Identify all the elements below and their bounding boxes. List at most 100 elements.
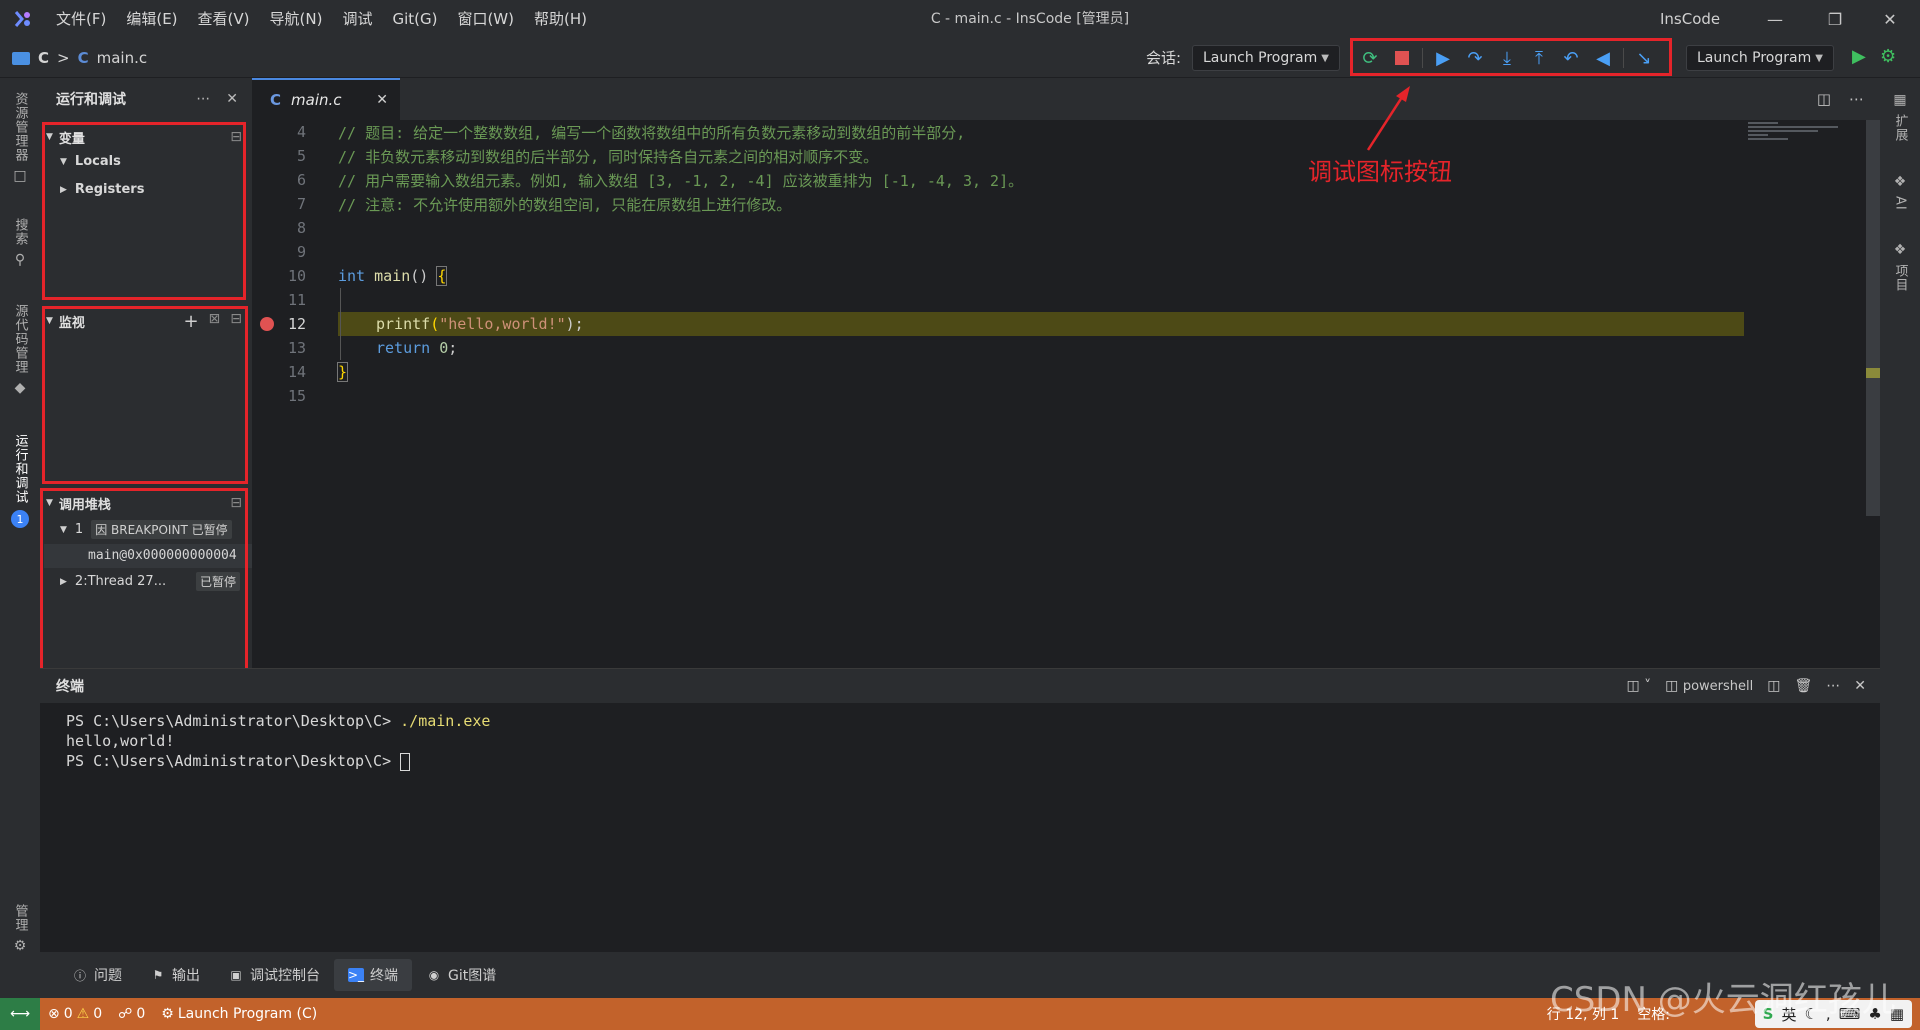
minimize-button[interactable]: —	[1750, 0, 1800, 38]
debug-sidebar-header: 运行和调试 ⋯ ✕	[40, 78, 252, 120]
step-back-button[interactable]: ↶	[1555, 42, 1587, 74]
remove-all-icon[interactable]: ⊠	[209, 311, 221, 332]
debug-gear-button[interactable]: ⚙	[1880, 46, 1896, 67]
step-out-icon: ⤒	[1535, 47, 1543, 69]
minimap[interactable]	[1748, 120, 1868, 180]
run-button[interactable]: ▶	[1852, 46, 1866, 67]
window-title: C - main.c - InsCode [管理员]	[930, 11, 1130, 27]
terminal-output[interactable]: PS C:\Users\Administrator\Desktop\C> ./m…	[66, 711, 490, 771]
code-line: 11	[252, 288, 1742, 312]
activity-project[interactable]: ❖ 项目	[1880, 242, 1920, 292]
tab-debug-console[interactable]: ▣ 调试控制台	[214, 959, 334, 991]
keyword-int: int	[338, 267, 366, 285]
status-problems[interactable]: ⊗ 0 ⚠ 0	[40, 1006, 110, 1022]
run-debug-badge-icon: 1	[11, 510, 29, 528]
activity-project-label: 项目	[1892, 264, 1908, 292]
search-icon: ⚲	[14, 252, 26, 268]
variables-locals[interactable]: ▼ Locals	[60, 154, 121, 169]
stop-debug-button[interactable]	[1386, 42, 1418, 74]
collapse-all-icon[interactable]: ⊟	[230, 495, 242, 511]
activity-run-debug[interactable]: 运行和调试 1	[0, 434, 40, 528]
reverse-continue-button[interactable]: ◀	[1587, 42, 1619, 74]
breadcrumb-file[interactable]: main.c	[97, 49, 148, 67]
activity-manage[interactable]: 管理 ⚙	[0, 904, 40, 954]
step-over-icon: ↷	[1467, 47, 1483, 69]
split-icon[interactable]: ◫	[1767, 678, 1780, 694]
launch-config-select[interactable]: Launch Program ▼	[1686, 45, 1834, 71]
tab-problems[interactable]: ⓘ 问题	[58, 959, 136, 991]
tab-main-c[interactable]: C main.c ✕	[252, 78, 400, 120]
warning-count: 0	[93, 1006, 103, 1022]
remote-indicator[interactable]: ⟷	[0, 998, 40, 1030]
disconnect-icon: ↘	[1636, 47, 1652, 69]
restart-debug-button[interactable]: ⟳	[1354, 42, 1386, 74]
close-icon[interactable]: ✕	[1854, 678, 1866, 694]
status-ports[interactable]: ☍ 0	[110, 1006, 153, 1022]
tab-label: main.c	[291, 91, 342, 109]
activity-search[interactable]: 搜索 ⚲	[0, 218, 40, 268]
tab-terminal[interactable]: >_ 终端	[334, 959, 412, 991]
more-actions-icon[interactable]: ⋯	[1849, 90, 1864, 108]
activity-ai[interactable]: ❖ AI	[1880, 174, 1920, 211]
step-out-button[interactable]: ⤒	[1523, 42, 1555, 74]
thread-1[interactable]: ▼ 1 因 BREAKPOINT 已暂停	[60, 520, 232, 539]
close-tab-icon[interactable]: ✕	[376, 92, 388, 108]
step-over-button[interactable]: ↷	[1459, 42, 1491, 74]
more-actions-icon[interactable]: ⋯	[196, 91, 210, 107]
collapse-all-icon[interactable]: ⊟	[230, 311, 242, 332]
thread-2-label: 2:Thread 27...	[74, 574, 167, 589]
code-editor[interactable]: 4 // 题目: 给定一个整数数组, 编写一个函数将数组中的所有负数元素移动到数…	[252, 120, 1880, 668]
close-icon[interactable]: ✕	[226, 91, 238, 107]
activity-scm[interactable]: 源代码管理 ◆	[0, 304, 40, 396]
restore-button[interactable]: ❐	[1810, 0, 1860, 38]
thread-2[interactable]: ▶ 2:Thread 27... 已暂停	[60, 572, 240, 591]
terminal-shell-select[interactable]: ◫ powershell	[1665, 678, 1753, 694]
continue-button[interactable]: ▶	[1427, 42, 1459, 74]
code-line: 7 // 注意: 不允许使用额外的数组空间, 只能在原数组上进行修改。	[252, 192, 1742, 216]
collapse-all-icon[interactable]: ⊟	[230, 129, 242, 145]
watch-section-header[interactable]: ▼ 监视 + ⊠ ⊟	[46, 310, 242, 332]
code-line: 10 int main() {	[252, 264, 1742, 288]
activity-explorer[interactable]: 资源管理器 □	[0, 92, 40, 184]
menu-debug[interactable]: 调试	[332, 0, 382, 38]
menu-file[interactable]: 文件(F)	[46, 0, 116, 38]
menu-edit[interactable]: 编辑(E)	[116, 0, 187, 38]
debug-sidebar: 运行和调试 ⋯ ✕ ▼ 变量 ⊟ ▼ Locals ▶ Registers ▼ …	[40, 78, 252, 668]
split-editor-icon[interactable]: ◫	[1817, 90, 1831, 108]
menu-window[interactable]: 窗口(W)	[447, 0, 524, 38]
scrollbar-marker	[1866, 368, 1880, 378]
status-launch[interactable]: ⚙ Launch Program (C)	[153, 1006, 325, 1022]
line-number: 13	[287, 339, 306, 357]
menu-help[interactable]: 帮助(H)	[524, 0, 597, 38]
debug-console-icon: ▣	[230, 968, 242, 982]
trash-icon[interactable]: 🗑	[1794, 678, 1812, 694]
activity-explorer-label: 资源管理器	[12, 92, 28, 162]
tab-git-graph[interactable]: ◉ Git图谱	[412, 959, 510, 991]
breadcrumb-folder[interactable]: C	[38, 49, 49, 67]
split-terminal-icon[interactable]: ◫ ˅	[1626, 678, 1651, 694]
callstack-section-header[interactable]: ▼ 调用堆栈 ⊟	[46, 492, 242, 514]
menu-view[interactable]: 查看(V)	[188, 0, 260, 38]
chevron-right-icon: ▶	[60, 184, 67, 195]
terminal-prompt: PS C:\Users\Administrator\Desktop\C>	[66, 752, 401, 770]
menu-navigate[interactable]: 导航(N)	[260, 0, 333, 38]
source-control-icon: ◆	[14, 380, 26, 396]
activity-extensions[interactable]: ▦ 扩展	[1880, 92, 1920, 142]
gear-icon: ⚙	[13, 938, 27, 954]
tab-output[interactable]: ⚑ 输出	[136, 959, 214, 991]
step-into-button[interactable]: ⤓	[1491, 42, 1523, 74]
reverse-continue-icon: ◀	[1596, 47, 1610, 69]
warning-icon: ⚠	[76, 1006, 90, 1022]
menu-git[interactable]: Git(G)	[382, 0, 447, 38]
variables-section-header[interactable]: ▼ 变量 ⊟	[46, 126, 242, 148]
add-icon[interactable]: +	[183, 311, 198, 332]
close-window-button[interactable]: ✕	[1865, 0, 1915, 38]
more-actions-icon[interactable]: ⋯	[1826, 678, 1840, 694]
code-number: 0	[439, 339, 449, 357]
continue-icon: ▶	[1436, 47, 1450, 69]
disconnect-button[interactable]: ↘	[1628, 42, 1660, 74]
editor-scrollbar[interactable]	[1866, 120, 1880, 516]
variables-registers[interactable]: ▶ Registers	[60, 182, 144, 197]
session-select[interactable]: Launch Program ▼	[1192, 45, 1340, 71]
stack-frame-main[interactable]: main@0x000000000004	[44, 544, 252, 568]
